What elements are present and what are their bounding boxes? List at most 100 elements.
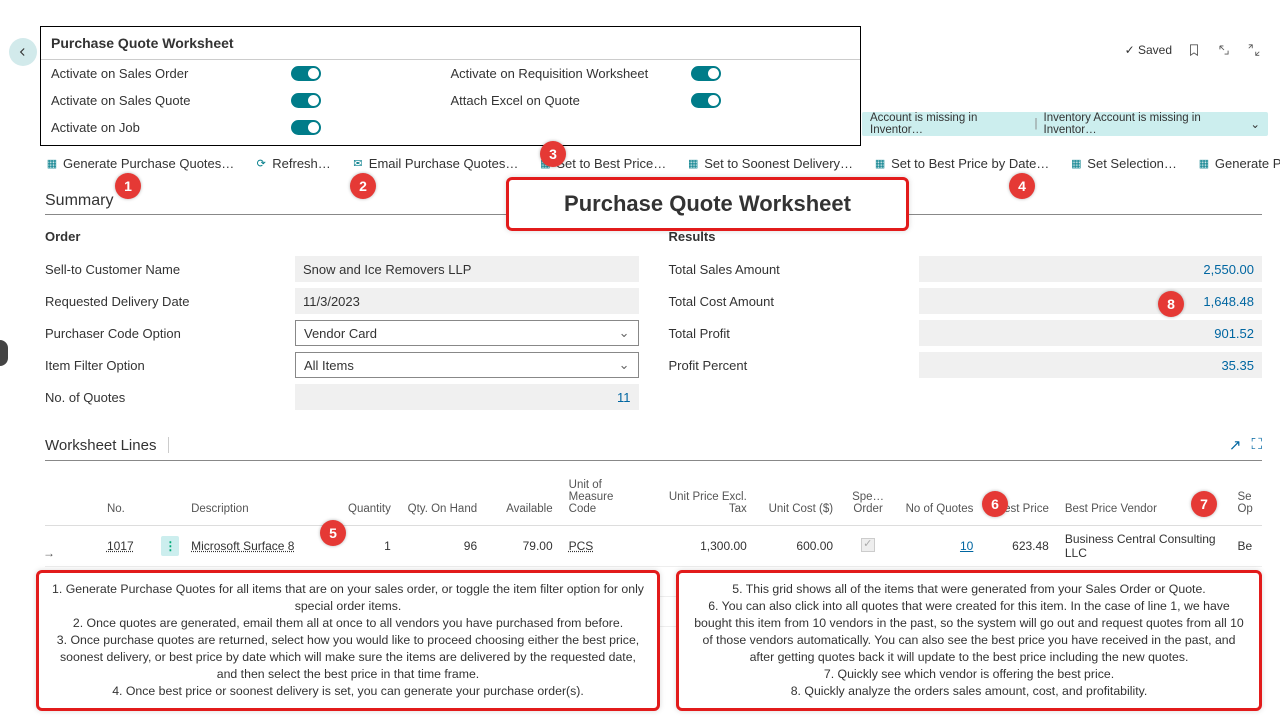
callout-num-7: 7	[1191, 491, 1217, 517]
email-icon: ✉	[351, 157, 365, 171]
row-menu-icon[interactable]: ⋮	[161, 536, 179, 556]
toggle-switch[interactable]	[691, 93, 721, 108]
purchaser-option-select[interactable]: Vendor Card⌄	[295, 320, 639, 346]
share-icon[interactable]: ↗	[1229, 436, 1242, 454]
explanation-box-right: 5. This grid shows all of the items that…	[676, 570, 1262, 711]
col-qty[interactable]: Quantity	[334, 473, 399, 526]
col-uom[interactable]: Unit of Measure Code	[561, 473, 647, 526]
toggle-label: Activate on Job	[51, 120, 291, 135]
toggle-row: Activate on Sales Quote	[51, 93, 451, 108]
col-desc[interactable]: Description	[183, 473, 334, 526]
callout-num-4: 4	[1009, 173, 1035, 199]
toggle-row: Activate on Requisition Worksheet	[451, 66, 851, 81]
callout-num-8: 8	[1158, 291, 1184, 317]
results-subheading: Results	[669, 229, 1263, 244]
bookmark-icon[interactable]	[1186, 42, 1202, 58]
no-quotes-label: No. of Quotes	[45, 390, 295, 405]
col-spe[interactable]: Spe… Order	[841, 473, 895, 526]
popout-icon[interactable]	[1216, 42, 1232, 58]
action-icon: ▦	[1069, 157, 1083, 171]
action-icon: ▦	[686, 157, 700, 171]
no-of-quotes-link[interactable]: 10	[960, 539, 973, 553]
refresh-action[interactable]: ⟳Refresh…	[254, 156, 331, 171]
cust-name-field[interactable]: Snow and Ice Removers LLP	[295, 256, 639, 282]
expand-icon[interactable]: ⛶	[1251, 436, 1262, 454]
toggle-switch[interactable]	[291, 93, 321, 108]
toggle-switch[interactable]	[291, 120, 321, 135]
warning-item-2: Inventory Account is missing in Inventor…	[1044, 112, 1251, 136]
pqw-title-callout: Purchase Quote Worksheet	[506, 177, 909, 231]
chevron-down-icon[interactable]: ⌄	[1250, 117, 1260, 131]
action-icon: ▦	[45, 157, 59, 171]
total-profit-value: 901.52	[919, 320, 1263, 346]
total-profit-label: Total Profit	[669, 326, 919, 341]
set-best-price-by-date-action[interactable]: ▦Set to Best Price by Date…	[873, 156, 1049, 171]
toggle-row: Activate on Sales Order	[51, 66, 451, 81]
order-column: Order Sell-to Customer NameSnow and Ice …	[45, 229, 639, 414]
callout-num-2: 2	[350, 173, 376, 199]
collapse-icon[interactable]	[1246, 42, 1262, 58]
email-purchase-quotes-action[interactable]: ✉Email Purchase Quotes…	[351, 156, 519, 171]
total-sales-label: Total Sales Amount	[669, 262, 919, 277]
total-cost-value: 1,648.48	[919, 288, 1263, 314]
panel-title: Purchase Quote Worksheet	[41, 27, 860, 60]
item-filter-select[interactable]: All Items⌄	[295, 352, 639, 378]
order-subheading: Order	[45, 229, 639, 244]
item-desc[interactable]: Microsoft Surface 8	[191, 539, 294, 553]
refresh-icon: ⟳	[254, 157, 268, 171]
toggle-row: Attach Excel on Quote	[451, 93, 851, 108]
action-toolbar: ▦Generate Purchase Quotes… ⟳Refresh… ✉Em…	[45, 156, 1262, 171]
action-icon: ▦	[1197, 157, 1211, 171]
saved-label: Saved	[1138, 43, 1172, 57]
no-quotes-field[interactable]: 11	[295, 384, 639, 410]
table-row[interactable]: →1017⋮Microsoft Surface 819679.00PCS1,30…	[45, 526, 1262, 567]
req-date-label: Requested Delivery Date	[45, 294, 295, 309]
generate-purchase-quotes-action[interactable]: ▦Generate Purchase Quotes…	[45, 156, 234, 171]
toggle-label: Activate on Requisition Worksheet	[451, 66, 691, 81]
total-sales-value: 2,550.00	[919, 256, 1263, 282]
col-no[interactable]: No.	[99, 473, 153, 526]
warning-strip[interactable]: Account is missing in Inventor… | Invent…	[862, 112, 1268, 136]
saved-status-bar: ✓ Saved	[1125, 42, 1262, 58]
toggle-row: Activate on Job	[51, 120, 451, 135]
callout-num-3: 3	[540, 141, 566, 167]
set-selection-action[interactable]: ▦Set Selection…	[1069, 156, 1177, 171]
back-button[interactable]	[9, 38, 37, 66]
action-icon: ▦	[873, 157, 887, 171]
toggle-label: Activate on Sales Order	[51, 66, 291, 81]
explanation-box-left: 1. Generate Purchase Quotes for all item…	[36, 570, 660, 711]
arrow-left-icon	[16, 45, 30, 59]
results-column: Results Total Sales Amount2,550.00 Total…	[669, 229, 1263, 414]
toggle-label: Attach Excel on Quote	[451, 93, 691, 108]
chevron-down-icon: ⌄	[619, 357, 630, 373]
callout-num-5: 5	[320, 520, 346, 546]
profit-percent-value: 35.35	[919, 352, 1263, 378]
toggle-switch[interactable]	[691, 66, 721, 81]
total-cost-label: Total Cost Amount	[669, 294, 919, 309]
col-seop[interactable]: Se Op	[1229, 473, 1262, 526]
col-onhand[interactable]: Qty. On Hand	[399, 473, 485, 526]
side-handle[interactable]	[0, 340, 8, 366]
chevron-down-icon: ⌄	[619, 325, 630, 341]
warning-item-1: Account is missing in Inventor…	[870, 112, 1029, 136]
special-order-checkbox[interactable]	[861, 538, 875, 552]
toggle-switch[interactable]	[291, 66, 321, 81]
item-filter-label: Item Filter Option	[45, 358, 295, 373]
toggle-label: Activate on Sales Quote	[51, 93, 291, 108]
req-date-field[interactable]: 11/3/2023	[295, 288, 639, 314]
profit-percent-label: Profit Percent	[669, 358, 919, 373]
col-noq[interactable]: No of Quotes	[895, 473, 981, 526]
saved-indicator: ✓ Saved	[1125, 43, 1172, 57]
worksheet-lines-heading: Worksheet Lines	[45, 437, 156, 454]
col-price[interactable]: Unit Price Excl. Tax	[647, 473, 755, 526]
generate-pos-action[interactable]: ▦Generate PO(s)…	[1197, 156, 1280, 171]
item-no[interactable]: 1017	[107, 539, 134, 553]
set-soonest-delivery-action[interactable]: ▦Set to Soonest Delivery…	[686, 156, 853, 171]
col-cost[interactable]: Unit Cost ($)	[755, 473, 841, 526]
cust-name-label: Sell-to Customer Name	[45, 262, 295, 277]
purchaser-option-label: Purchaser Code Option	[45, 326, 295, 341]
pqw-settings-panel: Purchase Quote Worksheet Activate on Sal…	[40, 26, 861, 146]
callout-num-6: 6	[982, 491, 1008, 517]
col-avail[interactable]: Available	[485, 473, 561, 526]
callout-num-1: 1	[115, 173, 141, 199]
